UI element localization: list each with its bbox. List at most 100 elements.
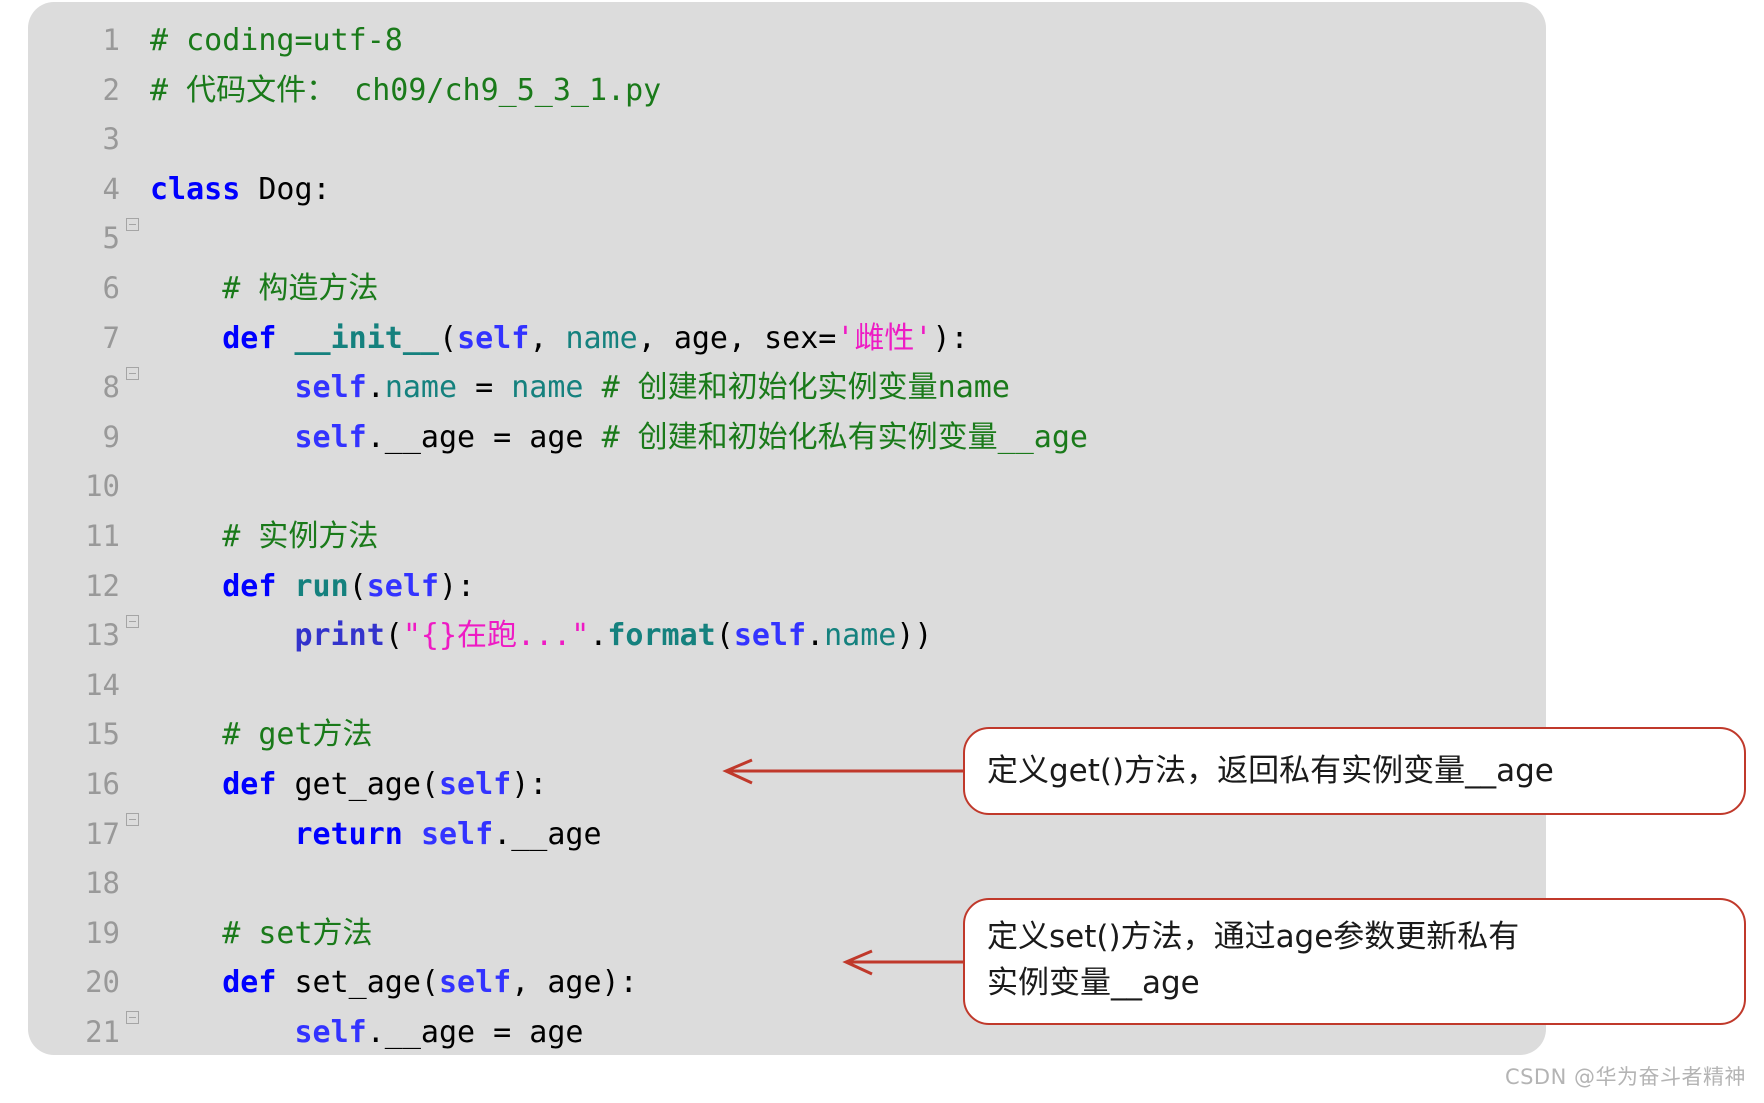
code-line-text: # coding=utf-8 bbox=[150, 16, 403, 66]
code-token-plain: .__age = age bbox=[366, 419, 602, 455]
code-line[interactable]: 11 # 实例方法 bbox=[28, 512, 1546, 562]
code-line-text: # 构造方法 bbox=[150, 264, 378, 314]
code-token-plain: . bbox=[366, 370, 385, 406]
code-token-self: self bbox=[294, 419, 367, 455]
line-number: 15 bbox=[85, 717, 120, 752]
code-token-kw: class bbox=[150, 171, 241, 207]
code-token-plain: , bbox=[728, 320, 765, 356]
line-number: 6 bbox=[102, 270, 120, 305]
code-token-plain: Dog: bbox=[240, 171, 331, 207]
csdn-watermark: CSDN @华为奋斗者精神 bbox=[1504, 1065, 1746, 1089]
code-line-text: return self.__age bbox=[150, 810, 602, 860]
code-line[interactable]: 17 return self.__age bbox=[28, 810, 1546, 860]
code-token-fn: __init__ bbox=[294, 320, 440, 356]
line-number: 16 bbox=[85, 766, 120, 801]
code-line[interactable]: 13 print("{}在跑...".format(self.name)) bbox=[28, 611, 1546, 661]
line-number: 7 bbox=[102, 320, 120, 355]
code-line-text: class Dog: bbox=[150, 165, 331, 215]
line-number: 3 bbox=[102, 122, 120, 157]
code-token-plain: ( bbox=[384, 618, 403, 654]
code-token-fn: format bbox=[607, 618, 716, 654]
code-token-comment: # 创建和初始化私有实例变量__age bbox=[601, 419, 1088, 455]
code-token-self: self bbox=[733, 618, 807, 654]
code-token-param: name bbox=[384, 370, 458, 406]
code-line[interactable]: 1 # coding=utf-8 bbox=[28, 16, 1546, 66]
code-token-kw: def bbox=[222, 965, 277, 1001]
code-token-plain: . bbox=[806, 618, 825, 654]
code-line[interactable]: 3 bbox=[28, 115, 1546, 165]
code-line[interactable]: 5 bbox=[28, 214, 1546, 264]
code-token-comment: # 代码文件： bbox=[150, 72, 337, 108]
code-line[interactable]: 12 def run(self): bbox=[28, 562, 1546, 628]
code-token-plain: , bbox=[637, 320, 674, 356]
code-token-self: self bbox=[457, 320, 530, 356]
line-number: 4 bbox=[102, 171, 120, 206]
code-token-comment: # set方法 bbox=[222, 915, 373, 951]
code-token-comment: ch09/ch9_5_3_1.py bbox=[336, 72, 662, 108]
code-token-plain: sex= bbox=[764, 320, 837, 356]
code-line[interactable]: 4 class Dog: bbox=[28, 165, 1546, 231]
code-line-text: def get_age(self): bbox=[150, 760, 547, 810]
code-token-param: name bbox=[565, 320, 638, 356]
code-line[interactable]: 14 bbox=[28, 661, 1546, 711]
line-number: 9 bbox=[102, 419, 120, 454]
code-token-str: "{}在跑..." bbox=[402, 618, 590, 654]
code-token-kw: return bbox=[294, 816, 403, 852]
code-line-text: def set_age(self, age): bbox=[150, 958, 637, 1008]
code-token-plain: age bbox=[673, 320, 728, 356]
code-line-text: # set方法 bbox=[150, 909, 373, 959]
code-line[interactable]: 6 # 构造方法 bbox=[28, 264, 1546, 314]
callout-get-age-text: 定义get()方法，返回私有实例变量__age bbox=[987, 753, 1554, 789]
code-token-self: self bbox=[439, 965, 512, 1001]
code-token-comment: # get方法 bbox=[222, 717, 373, 753]
line-number: 10 bbox=[85, 469, 120, 504]
line-number: 19 bbox=[85, 915, 120, 950]
code-line-text: # 代码文件： ch09/ch9_5_3_1.py bbox=[150, 66, 661, 116]
code-line-text: def run(self): bbox=[150, 562, 475, 612]
code-line-text: def __init__(self, name, age, sex='雌性'): bbox=[150, 314, 969, 364]
code-line[interactable]: 2 # 代码文件： ch09/ch9_5_3_1.py bbox=[28, 66, 1546, 116]
line-number: 12 bbox=[85, 568, 120, 603]
line-number: 17 bbox=[85, 816, 120, 851]
code-token-plain: , bbox=[529, 320, 566, 356]
code-token-plain: ( bbox=[439, 320, 458, 356]
code-token-plain: ): bbox=[932, 320, 969, 356]
code-token-plain: .__age bbox=[493, 816, 602, 852]
code-token-self: self bbox=[366, 568, 439, 604]
code-token-self: self bbox=[439, 766, 512, 802]
code-token-kw: def bbox=[222, 568, 277, 604]
line-number: 18 bbox=[85, 866, 120, 901]
code-token-plain: )) bbox=[896, 618, 933, 654]
code-token-comment: # 创建和初始化实例变量name bbox=[601, 370, 1010, 406]
code-line[interactable]: 10 bbox=[28, 462, 1546, 512]
code-token-self: self bbox=[420, 816, 494, 852]
code-token-comment: # 实例方法 bbox=[222, 518, 379, 554]
code-line[interactable]: 7 def __init__(self, name, age, sex='雌性'… bbox=[28, 314, 1546, 380]
line-number: 20 bbox=[85, 965, 120, 1000]
line-number: 1 bbox=[102, 23, 120, 57]
code-token-kw: def bbox=[222, 766, 277, 802]
code-token-comment: # coding=utf-8 bbox=[150, 23, 403, 58]
code-token-self: self bbox=[294, 370, 367, 406]
line-number: 11 bbox=[85, 518, 120, 553]
code-token-str: '雌性' bbox=[836, 320, 933, 356]
line-number: 21 bbox=[85, 1014, 120, 1049]
code-line[interactable]: 9 self.__age = age # 创建和初始化私有实例变量__age bbox=[28, 413, 1546, 463]
code-token-comment: # 构造方法 bbox=[222, 270, 379, 306]
line-number: 13 bbox=[85, 618, 120, 653]
code-line-text: print("{}在跑...".format(self.name)) bbox=[150, 611, 933, 661]
line-number: 14 bbox=[85, 667, 120, 702]
code-line[interactable]: 8 self.name = name # 创建和初始化实例变量name bbox=[28, 363, 1546, 413]
line-number: 2 bbox=[102, 72, 120, 107]
